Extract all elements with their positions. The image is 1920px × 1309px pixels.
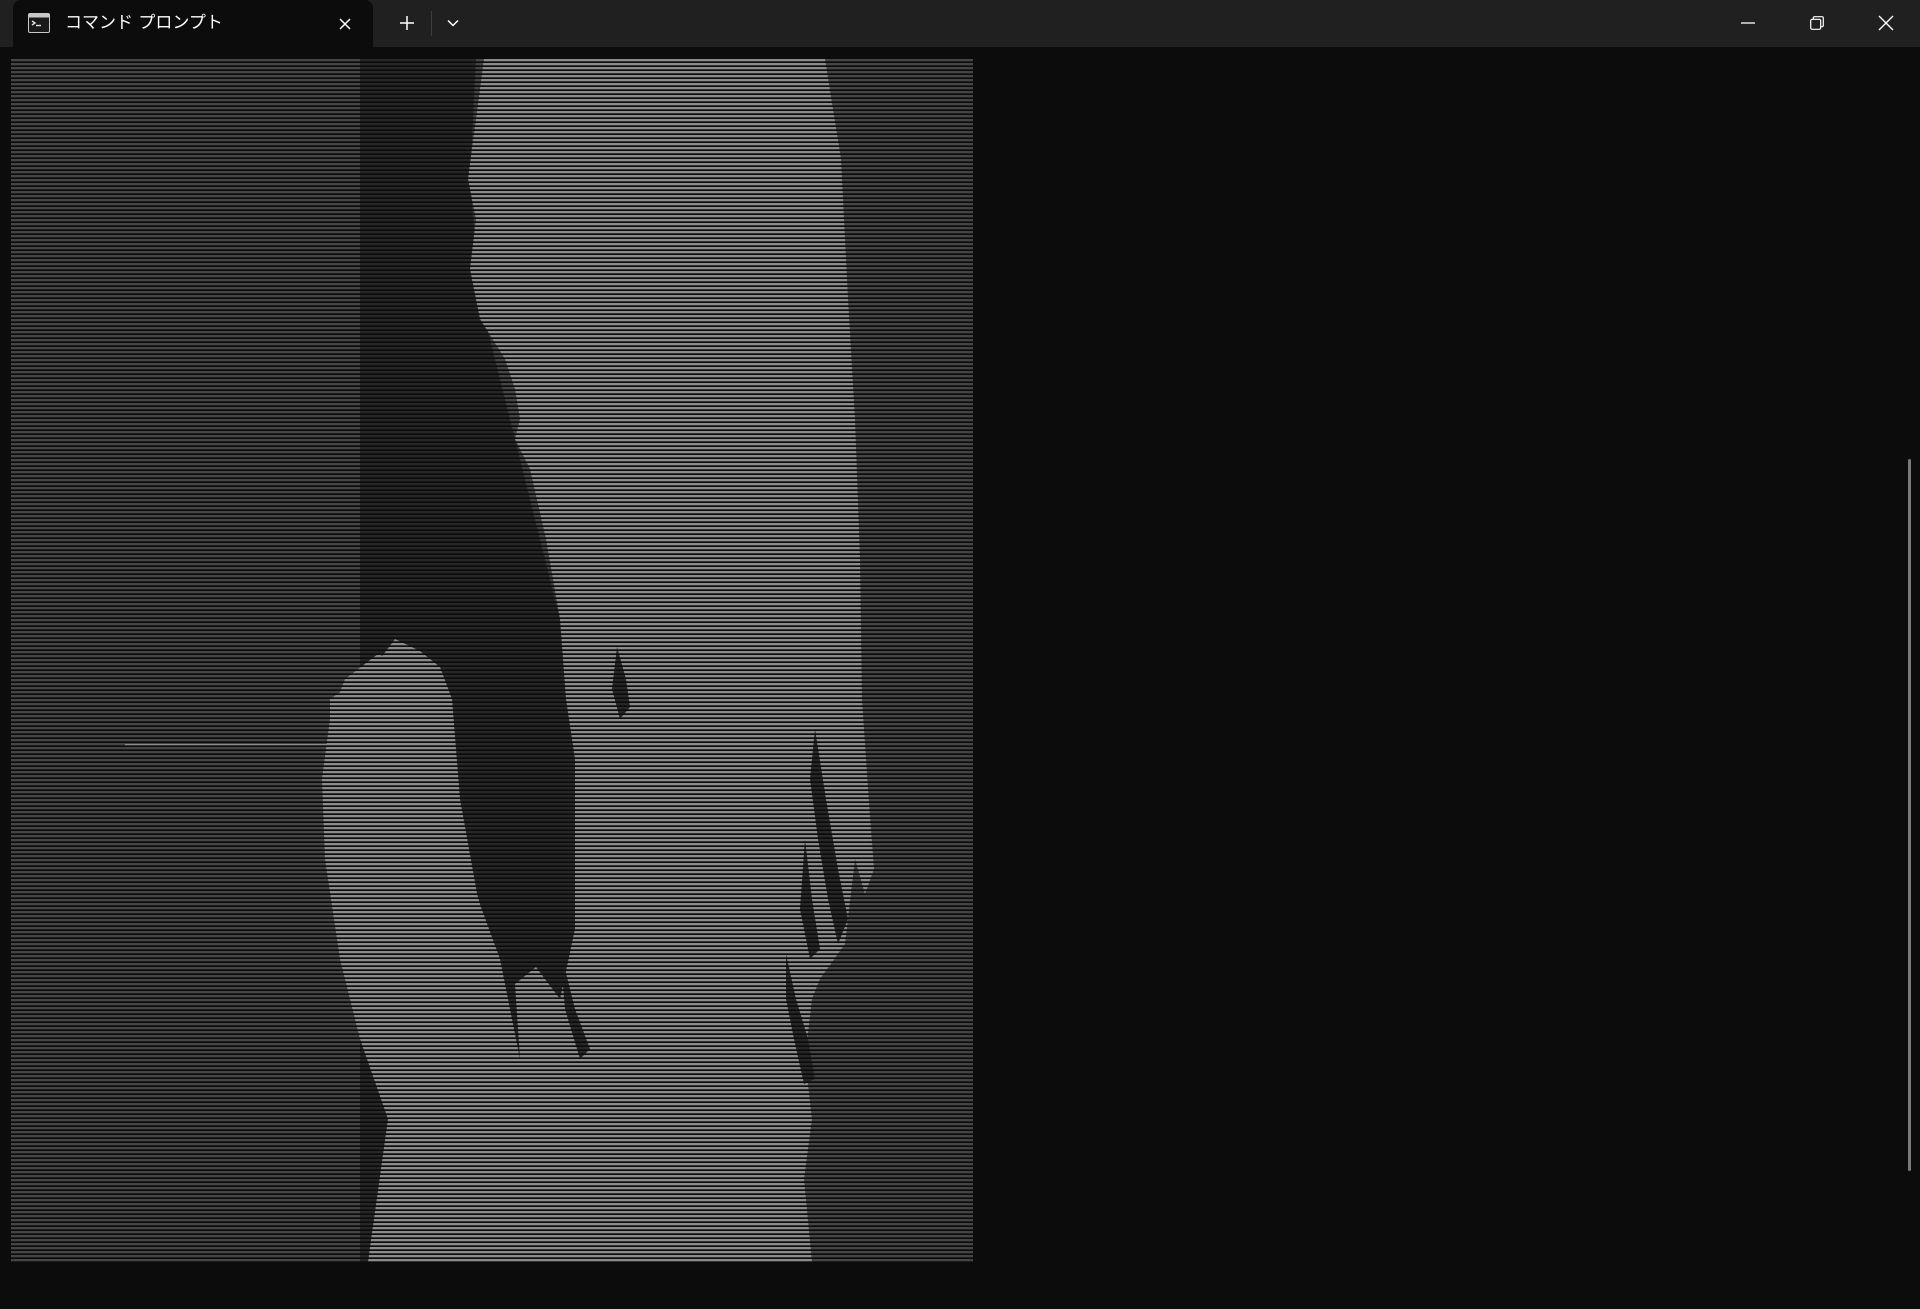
minimize-icon: [1740, 22, 1755, 24]
restore-button[interactable]: [1782, 0, 1851, 46]
minimize-button[interactable]: [1713, 0, 1782, 46]
toolbar-divider: [431, 11, 432, 36]
chevron-down-icon: [447, 19, 459, 27]
tab-close-icon[interactable]: [331, 10, 359, 38]
title-bar: コマンド プロンプト: [0, 0, 1920, 47]
terminal-output[interactable]: [0, 47, 1920, 1280]
tab-title: コマンド プロンプト: [65, 13, 223, 33]
tab-dropdown-button[interactable]: [434, 5, 472, 41]
close-window-button[interactable]: [1851, 0, 1920, 46]
cmd-terminal-icon: [28, 13, 50, 33]
restore-icon: [1809, 16, 1824, 30]
close-icon: [1878, 15, 1893, 31]
ascii-art-image: [11, 59, 973, 1262]
tab-command-prompt[interactable]: コマンド プロンプト: [13, 0, 373, 47]
scrollbar-thumb[interactable]: [1908, 459, 1911, 1171]
new-tab-button[interactable]: [388, 5, 426, 41]
plus-icon: [400, 16, 414, 30]
art-divider-line: [125, 744, 335, 746]
